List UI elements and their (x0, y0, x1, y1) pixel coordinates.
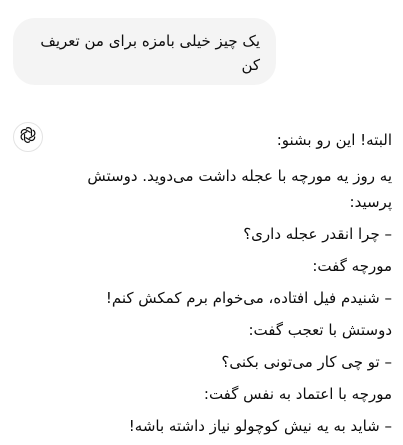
openai-logo-icon (19, 126, 37, 148)
assistant-line: – شاید به یه نیش کوچولو نیاز داشته باشه! (128, 417, 392, 435)
assistant-line: مورچه با اعتماد به نفس گفت: (203, 385, 392, 403)
assistant-avatar (13, 122, 43, 152)
assistant-line: – شنیدم فیل افتاده، می‌خوام برم کمکش کنم… (105, 289, 392, 307)
assistant-line: یه روز یه مورچه با عجله داشت می‌دوید. دو… (87, 167, 392, 211)
assistant-line: مورچه گفت: (312, 257, 392, 275)
assistant-message: البته! این رو بشنو: یه روز یه مورچه با ع… (60, 127, 392, 445)
user-message-bubble: یک چیز خیلی بامزه برای من تعریف کن (13, 18, 276, 85)
assistant-line: البته! این رو بشنو: (276, 131, 392, 149)
assistant-line: دوستش با تعجب گفت: (248, 321, 392, 339)
user-message-text: یک چیز خیلی بامزه برای من تعریف کن (40, 32, 260, 74)
assistant-line: – چرا انقدر عجله داری؟ (243, 225, 392, 243)
assistant-line: – تو چی کار می‌تونی بکنی؟ (221, 353, 392, 371)
